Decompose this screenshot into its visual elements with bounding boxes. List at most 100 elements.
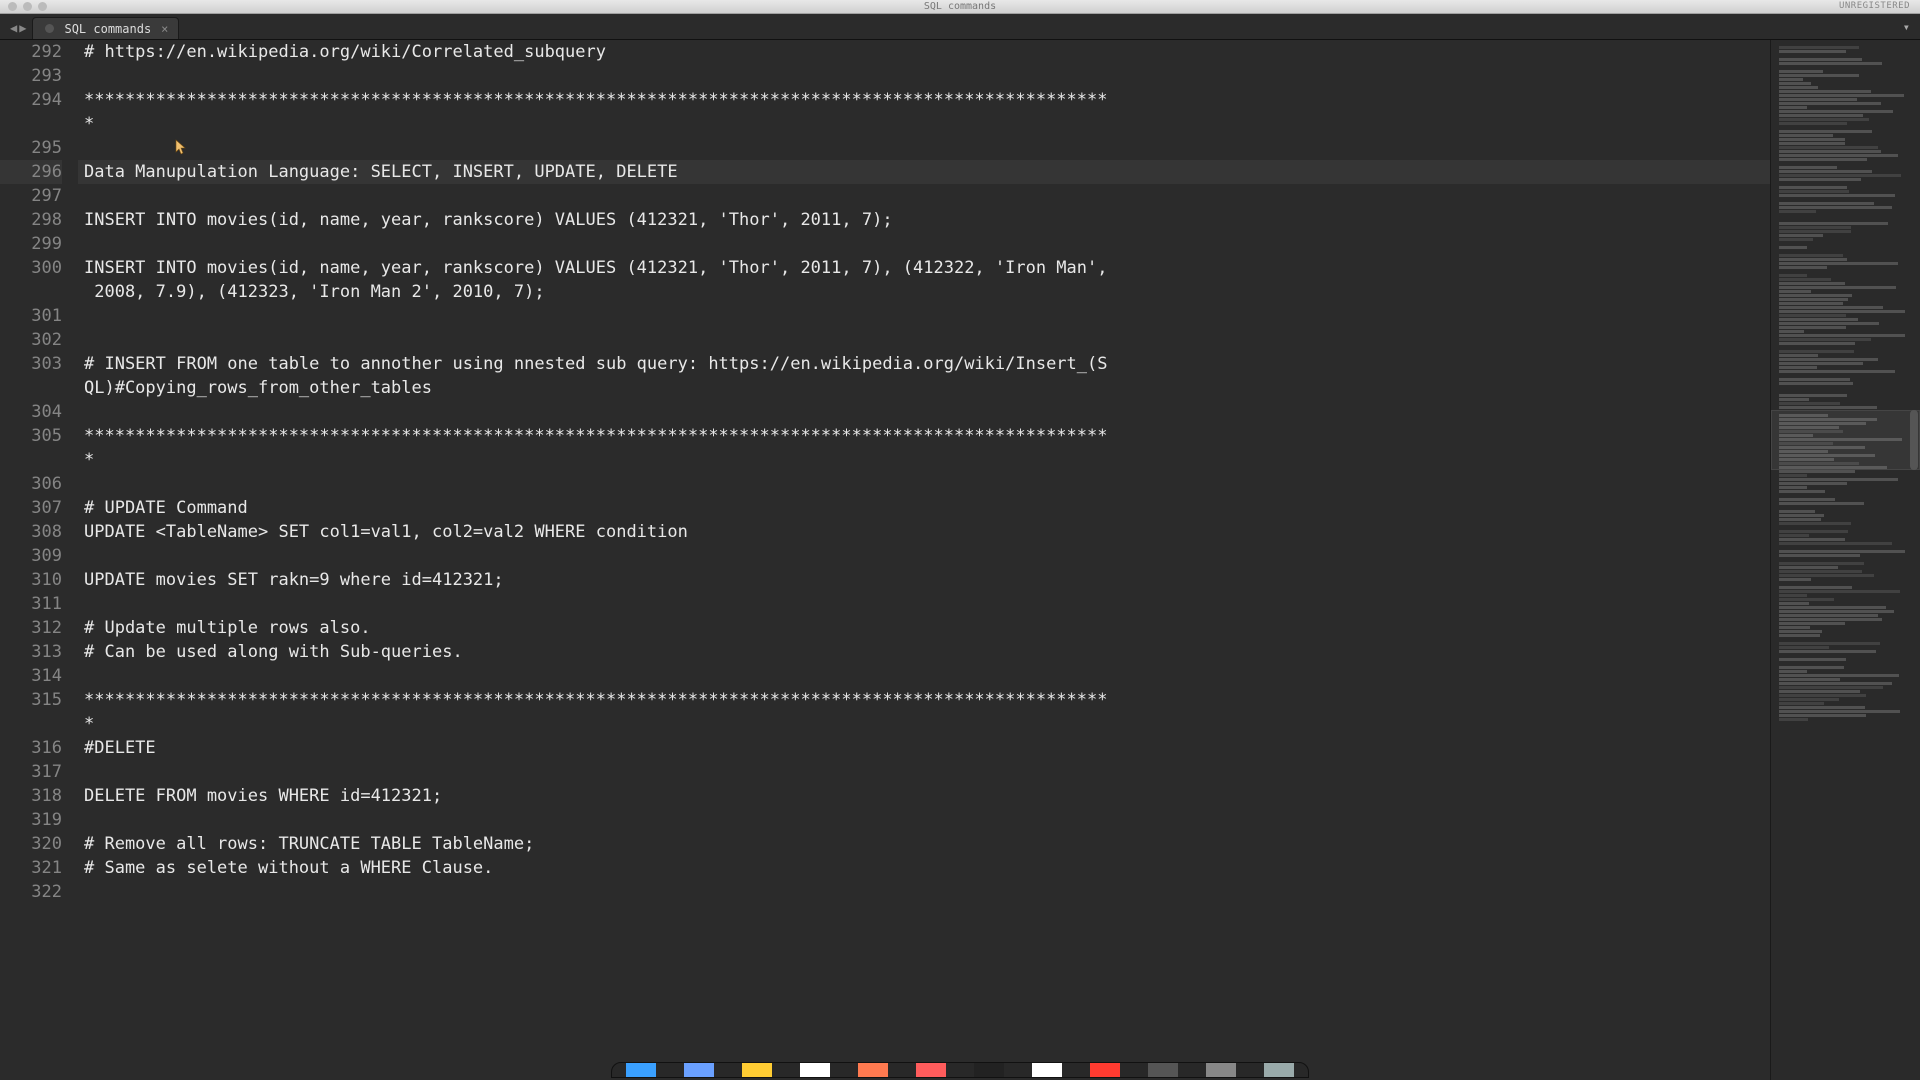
line-number: 297	[0, 184, 62, 208]
minimap-line	[1779, 510, 1815, 513]
dock-app-terminal[interactable]	[1032, 1062, 1062, 1078]
minimap-line	[1779, 190, 1849, 193]
minimap-line	[1779, 146, 1878, 149]
code-line[interactable]: INSERT INTO movies(id, name, year, ranks…	[78, 208, 1770, 232]
minimap-line	[1779, 678, 1840, 681]
code-line[interactable]: UPDATE <TableName> SET col1=val1, col2=v…	[78, 520, 1770, 544]
line-number: 321	[0, 856, 62, 880]
tab-sql-commands[interactable]: SQL commands ×	[32, 17, 179, 39]
code-line[interactable]: # https://en.wikipedia.org/wiki/Correlat…	[78, 40, 1770, 64]
dock-app-notes[interactable]	[742, 1062, 772, 1078]
line-number: 317	[0, 760, 62, 784]
line-number: 312	[0, 616, 62, 640]
dock-app-record[interactable]	[1090, 1062, 1120, 1078]
code-line[interactable]	[78, 304, 1770, 328]
dock-app-settings[interactable]	[1206, 1062, 1236, 1078]
line-number: 310	[0, 568, 62, 592]
minimap-line	[1779, 562, 1864, 565]
dock-app-mail[interactable]	[684, 1062, 714, 1078]
code-line[interactable]: # Remove all rows: TRUNCATE TABLE TableN…	[78, 832, 1770, 856]
minimap-line	[1779, 186, 1847, 189]
line-number	[0, 112, 62, 136]
dock-app-safari[interactable]	[858, 1062, 888, 1078]
code-editor[interactable]: 2922932942952962972982993003013023033043…	[0, 40, 1770, 1080]
code-line[interactable]: Data Manupulation Language: SELECT, INSE…	[78, 160, 1770, 184]
line-number: 311	[0, 592, 62, 616]
minimap-line	[1779, 626, 1810, 629]
minimap-line	[1779, 622, 1845, 625]
minimap-line	[1779, 602, 1809, 605]
code-line[interactable]	[78, 472, 1770, 496]
code-line[interactable]	[78, 232, 1770, 256]
code-line[interactable]	[78, 184, 1770, 208]
code-line[interactable]: ****************************************…	[78, 424, 1770, 448]
code-line[interactable]	[78, 760, 1770, 784]
code-line[interactable]	[78, 328, 1770, 352]
minimap-line	[1779, 518, 1821, 521]
nav-forward-icon[interactable]: ▶	[19, 21, 26, 35]
minimap-line	[1779, 362, 1863, 365]
minimap-line	[1779, 490, 1825, 493]
zoom-window-icon[interactable]	[38, 2, 47, 11]
close-window-icon[interactable]	[8, 2, 17, 11]
dock-app-reminders[interactable]	[800, 1062, 830, 1078]
code-line[interactable]	[78, 592, 1770, 616]
macos-dock[interactable]	[611, 1062, 1309, 1078]
minimap-scrollbar[interactable]	[1910, 410, 1918, 470]
line-number: 308	[0, 520, 62, 544]
minimize-window-icon[interactable]	[23, 2, 32, 11]
minimap-line	[1779, 334, 1905, 337]
minimap-line	[1779, 78, 1803, 81]
tab-overflow-icon[interactable]: ▾	[1903, 20, 1910, 34]
code-line[interactable]	[78, 880, 1770, 904]
code-line[interactable]	[78, 808, 1770, 832]
minimap-line	[1779, 142, 1845, 145]
code-line[interactable]: ****************************************…	[78, 688, 1770, 712]
dock-app-screenshot[interactable]	[974, 1062, 1004, 1078]
code-line[interactable]: # UPDATE Command	[78, 496, 1770, 520]
minimap-line	[1779, 118, 1869, 121]
code-line[interactable]: *	[78, 448, 1770, 472]
minimap-line	[1779, 566, 1838, 569]
nav-back-icon[interactable]: ◀	[10, 21, 17, 35]
minimap-line	[1779, 478, 1898, 481]
window-traffic-lights[interactable]	[8, 2, 47, 11]
dock-app-messages[interactable]	[916, 1062, 946, 1078]
unregistered-label: UNREGISTERED	[1839, 1, 1910, 11]
code-area[interactable]: # https://en.wikipedia.org/wiki/Correlat…	[78, 40, 1770, 1080]
code-line[interactable]	[78, 400, 1770, 424]
dock-app-trash[interactable]	[1264, 1062, 1294, 1078]
code-line[interactable]: INSERT INTO movies(id, name, year, ranks…	[78, 256, 1770, 280]
tab-label: SQL commands	[64, 22, 151, 36]
code-line[interactable]	[78, 136, 1770, 160]
code-line[interactable]	[78, 544, 1770, 568]
code-line[interactable]: # Update multiple rows also.	[78, 616, 1770, 640]
code-line[interactable]: *	[78, 112, 1770, 136]
code-line[interactable]: ****************************************…	[78, 88, 1770, 112]
dock-app-search[interactable]	[1148, 1062, 1178, 1078]
code-line[interactable]: *	[78, 712, 1770, 736]
code-line[interactable]: # Can be used along with Sub-queries.	[78, 640, 1770, 664]
code-line[interactable]: #DELETE	[78, 736, 1770, 760]
code-line[interactable]: # INSERT FROM one table to annother usin…	[78, 352, 1770, 376]
line-number: 319	[0, 808, 62, 832]
line-number: 303	[0, 352, 62, 376]
code-line[interactable]	[78, 64, 1770, 88]
code-line[interactable]: UPDATE movies SET rakn=9 where id=412321…	[78, 568, 1770, 592]
minimap-line	[1779, 106, 1807, 109]
tab-close-icon[interactable]: ×	[161, 22, 168, 36]
minimap[interactable]	[1770, 40, 1920, 1080]
minimap-line	[1779, 570, 1862, 573]
line-number	[0, 712, 62, 736]
line-number: 316	[0, 736, 62, 760]
minimap-line	[1779, 50, 1846, 53]
code-line[interactable]: 2008, 7.9), (412323, 'Iron Man 2', 2010,…	[78, 280, 1770, 304]
code-line[interactable]: # Same as selete without a WHERE Clause.	[78, 856, 1770, 880]
code-line[interactable]: DELETE FROM movies WHERE id=412321;	[78, 784, 1770, 808]
minimap-viewport[interactable]	[1771, 410, 1920, 470]
dock-app-finder[interactable]	[626, 1062, 656, 1078]
code-line[interactable]: QL)#Copying_rows_from_other_tables	[78, 376, 1770, 400]
code-line[interactable]	[78, 664, 1770, 688]
minimap-line	[1779, 254, 1843, 257]
window-titlebar: SQL commands UNREGISTERED	[0, 0, 1920, 14]
